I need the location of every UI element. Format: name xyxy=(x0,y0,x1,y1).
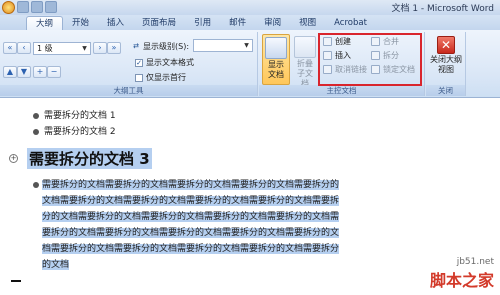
tab-mailings[interactable]: 邮件 xyxy=(220,16,255,30)
bullet-icon xyxy=(33,182,39,188)
lock-document-label: 锁定文档 xyxy=(383,65,415,74)
office-button-icon[interactable] xyxy=(2,1,15,14)
collapse-documents-icon xyxy=(294,36,316,58)
split-icon xyxy=(371,51,380,60)
create-button[interactable]: 创建 xyxy=(323,36,351,47)
tab-page-layout[interactable]: 页面布局 xyxy=(133,16,185,30)
merge-button[interactable]: 合并 xyxy=(371,36,399,47)
tab-home[interactable]: 开始 xyxy=(63,16,98,30)
show-document-button[interactable]: 显示文档 xyxy=(262,34,290,85)
insert-icon xyxy=(323,51,332,60)
body-line: 要拆分的文档需要拆分的文档需要拆分的文档需要拆分的文档需要拆分的文 xyxy=(42,228,340,238)
show-text-format-label: 显示文本格式 xyxy=(146,58,194,67)
outline-item[interactable]: 需要拆分的文档 2 xyxy=(44,124,116,137)
tab-insert[interactable]: 插入 xyxy=(98,16,133,30)
lock-icon xyxy=(371,65,380,74)
close-outline-label: 关闭大纲视图 xyxy=(430,55,462,74)
split-label: 拆分 xyxy=(383,51,399,60)
split-button[interactable]: 拆分 xyxy=(371,50,399,61)
merge-label: 合并 xyxy=(383,37,399,46)
outline-item[interactable]: 需要拆分的文档 1 xyxy=(44,108,116,121)
create-label: 创建 xyxy=(335,37,351,46)
close-group: ✕ 关闭大纲视图 关闭 xyxy=(426,32,466,96)
show-level-icon: ⇄ xyxy=(133,41,139,50)
master-document-group: 显示文档 折叠子文档 创建 插入 取消链接 合并 拆分 锁定文档 主控文档 xyxy=(259,32,425,96)
watermark-name: 脚本之家 xyxy=(429,271,494,290)
tab-review[interactable]: 审阅 xyxy=(255,16,290,30)
unlink-button[interactable]: 取消链接 xyxy=(323,64,367,75)
chevron-down-icon: ▼ xyxy=(82,45,87,52)
expand-icon[interactable]: + xyxy=(33,66,47,78)
body-text[interactable]: 需要拆分的文档需要拆分的文档需要拆分的文档需要拆分的文档需要拆分的 文档需要拆分… xyxy=(42,177,372,273)
chevron-down-icon: ▼ xyxy=(244,42,249,49)
document-icon xyxy=(265,37,287,59)
outline-tools-label: 大纲工具 xyxy=(0,85,257,96)
show-level-label: 显示级别(S): xyxy=(143,42,190,51)
outline-heading[interactable]: 需要拆分的文档 3 xyxy=(27,148,152,169)
show-level-select[interactable]: ▼ xyxy=(193,39,253,52)
promote-icon[interactable]: ‹ xyxy=(17,42,31,54)
body-line: 档需要拆分的文档需要拆分的文档需要拆分的文档需要拆分的文档需要拆分 xyxy=(42,244,340,254)
body-line: 需要拆分的文档需要拆分的文档需要拆分的文档需要拆分的文档需要拆分的 xyxy=(42,180,340,190)
bullet-icon xyxy=(33,129,39,135)
tab-view[interactable]: 视图 xyxy=(290,16,325,30)
quick-access-toolbar xyxy=(2,1,57,14)
show-document-label: 显示文档 xyxy=(268,60,284,79)
save-icon[interactable] xyxy=(17,1,29,13)
merge-icon xyxy=(371,37,380,46)
promote-to-heading-icon[interactable]: « xyxy=(3,42,17,54)
title-bar: 文档 1 - Microsoft Word xyxy=(0,0,500,15)
unlink-icon xyxy=(323,65,332,74)
show-text-format-checkbox[interactable]: ✓ 显示文本格式 xyxy=(135,57,194,68)
demote-to-body-icon[interactable]: » xyxy=(107,42,121,54)
lock-document-button[interactable]: 锁定文档 xyxy=(371,64,415,75)
close-icon: ✕ xyxy=(437,36,455,54)
checkbox-checked-icon[interactable]: ✓ xyxy=(135,58,143,67)
insert-label: 插入 xyxy=(335,51,351,60)
show-first-line-label: 仅显示首行 xyxy=(146,73,186,82)
close-group-label: 关闭 xyxy=(426,85,465,96)
watermark: jb51.net 脚本之家 xyxy=(430,257,494,291)
unlink-label: 取消链接 xyxy=(335,65,367,74)
outline-level-value: 1 级 xyxy=(37,44,53,53)
tab-references[interactable]: 引用 xyxy=(185,16,220,30)
show-first-line-checkbox[interactable]: 仅显示首行 xyxy=(135,72,186,83)
body-line: 的文档 xyxy=(42,260,70,270)
watermark-site: jb51.net xyxy=(456,257,494,267)
body-line: 文档需要拆分的文档需要拆分的文档需要拆分的文档需要拆分的文档需要拆 xyxy=(42,196,340,206)
window-title: 文档 1 - Microsoft Word xyxy=(391,4,494,14)
ribbon-tabs: 大纲 开始 插入 页面布局 引用 邮件 审阅 视图 Acrobat xyxy=(0,15,500,30)
tab-outline[interactable]: 大纲 xyxy=(26,16,64,30)
ribbon: « ‹ 1 级 ▼ › » ▲ ▼ + − ⇄ 显示级别(S): ▼ ✓ 显示文… xyxy=(0,30,500,98)
insert-subdocument-button[interactable]: 插入 xyxy=(323,50,351,61)
checkbox-unchecked-icon[interactable] xyxy=(135,73,143,82)
undo-icon[interactable] xyxy=(31,1,43,13)
collapse-icon[interactable]: − xyxy=(47,66,61,78)
move-up-icon[interactable]: ▲ xyxy=(3,66,17,78)
expand-heading-icon[interactable]: + xyxy=(9,154,18,163)
redo-icon[interactable] xyxy=(45,1,57,13)
outline-tools-group: « ‹ 1 级 ▼ › » ▲ ▼ + − ⇄ 显示级别(S): ▼ ✓ 显示文… xyxy=(0,32,258,96)
close-outline-view-button[interactable]: ✕ 关闭大纲视图 xyxy=(428,36,464,75)
tab-acrobat[interactable]: Acrobat xyxy=(325,16,376,30)
text-cursor xyxy=(11,280,21,282)
outline-level-select[interactable]: 1 级 ▼ xyxy=(33,42,91,55)
show-level-row: ⇄ 显示级别(S): xyxy=(132,41,189,52)
body-line: 分的文档需要拆分的文档需要拆分的文档需要拆分的文档需要拆分的文档需 xyxy=(42,212,340,222)
demote-icon[interactable]: › xyxy=(93,42,107,54)
master-document-label: 主控文档 xyxy=(259,85,424,96)
bullet-icon xyxy=(33,113,39,119)
create-icon xyxy=(323,37,332,46)
move-down-icon[interactable]: ▼ xyxy=(17,66,31,78)
collapse-subdocuments-button[interactable]: 折叠子文档 xyxy=(292,36,318,89)
